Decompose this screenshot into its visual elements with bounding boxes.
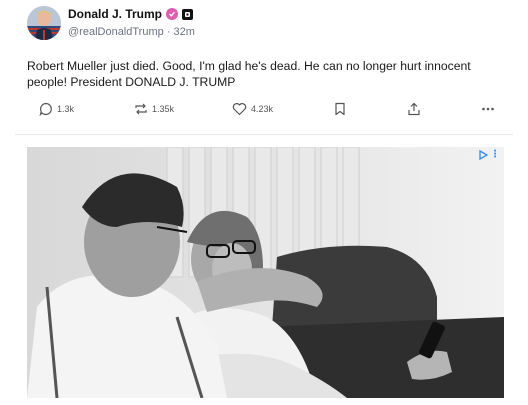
- post-header: Donald J. Trump @realDonaldTrump · 32m: [15, 6, 415, 42]
- handle[interactable]: @realDonaldTrump: [68, 26, 164, 38]
- share-button[interactable]: [407, 102, 421, 116]
- repost-icon: [135, 103, 147, 115]
- handle-row: @realDonaldTrump · 32m: [68, 26, 195, 38]
- ad-menu-mark: ⋮: [490, 149, 500, 160]
- timestamp[interactable]: 32m: [174, 26, 195, 38]
- reply-button[interactable]: 1.3k: [39, 102, 74, 116]
- avatar[interactable]: [27, 6, 61, 40]
- more-dots-icon: [482, 107, 494, 111]
- repost-count: 1.35k: [152, 104, 175, 114]
- bookmark-icon: [335, 102, 345, 116]
- affiliate-badge-icon: [182, 8, 194, 20]
- ad-photo: [27, 147, 504, 398]
- display-name[interactable]: Donald J. Trump: [68, 7, 162, 21]
- verified-icon: [166, 8, 179, 20]
- like-count: 4.23k: [251, 104, 274, 114]
- more-options-button[interactable]: [481, 102, 495, 116]
- name-row: Donald J. Trump: [68, 7, 194, 21]
- bookmark-button[interactable]: [334, 102, 346, 116]
- adchoices-icon: [479, 149, 488, 160]
- separator: ·: [166, 26, 171, 38]
- heart-icon: [232, 103, 247, 116]
- ad-image[interactable]: ⋮: [27, 147, 504, 398]
- reply-icon: [39, 102, 52, 116]
- action-bar: 1.3k 1.35k 4.23k: [15, 102, 513, 122]
- share-icon: [408, 102, 420, 116]
- repost-button[interactable]: 1.35k: [134, 102, 174, 116]
- ad-badge[interactable]: ⋮: [478, 149, 500, 160]
- divider: [15, 134, 513, 135]
- post-text: Robert Mueller just died. Good, I'm glad…: [27, 59, 471, 89]
- reply-count: 1.3k: [57, 104, 75, 114]
- like-button[interactable]: 4.23k: [232, 102, 273, 116]
